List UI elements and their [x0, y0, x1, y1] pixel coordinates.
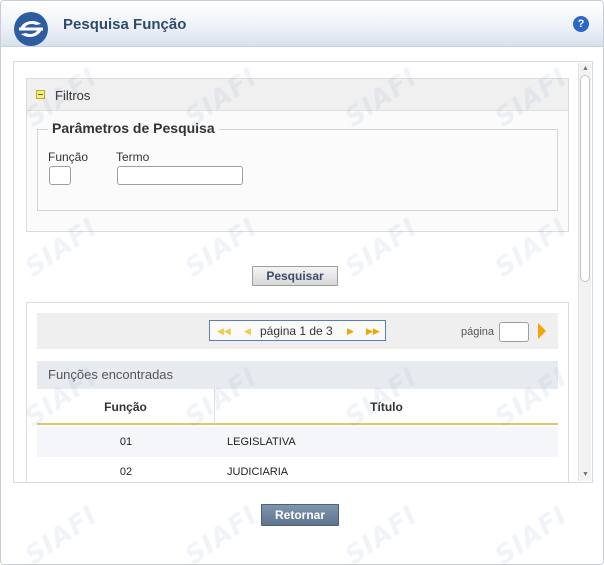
fieldset-legend: Parâmetros de Pesquisa: [48, 120, 219, 136]
results-panel: ◀◀ ◀ página 1 de 3 ▶ ▶▶ página Funções e…: [26, 302, 569, 482]
footer: Retornar: [1, 484, 603, 564]
table-row[interactable]: 01 LEGISLATIVA: [37, 427, 558, 457]
scroll-down-icon[interactable]: ▼: [579, 469, 592, 481]
goto-page-input[interactable]: [499, 322, 529, 342]
termo-input[interactable]: [117, 166, 243, 185]
search-button[interactable]: Pesquisar: [252, 266, 338, 286]
pagination-bar: ◀◀ ◀ página 1 de 3 ▶ ▶▶ página: [37, 313, 558, 349]
filters-panel: Filtros Parâmetros de Pesquisa Função Te…: [26, 78, 569, 232]
page-title: Pesquisa Função: [63, 16, 187, 33]
table-row[interactable]: 02 JUDICIARIA: [37, 457, 558, 482]
go-arrow-icon[interactable]: [538, 323, 546, 339]
first-page-icon[interactable]: ◀◀: [217, 324, 231, 338]
title-bar: Pesquisa Função ?: [1, 1, 603, 47]
termo-label: Termo: [116, 150, 150, 164]
next-page-icon[interactable]: ▶: [347, 324, 354, 338]
goto-page-label: página: [461, 326, 495, 338]
filters-label: Filtros: [55, 88, 91, 103]
last-page-icon[interactable]: ▶▶: [366, 324, 380, 338]
search-parameters-fieldset: Parâmetros de Pesquisa Função Termo: [37, 120, 558, 211]
dialog-window: Pesquisa Função ? Filtros Parâmetros de …: [0, 0, 604, 565]
previous-page-icon[interactable]: ◀: [244, 324, 251, 338]
help-icon[interactable]: ?: [573, 16, 589, 32]
column-header-titulo[interactable]: Título: [215, 389, 558, 425]
funcao-label: Função: [48, 150, 89, 164]
pagination-text: página 1 de 3: [260, 324, 333, 338]
scroll-thumb[interactable]: [580, 75, 590, 282]
results-caption: Funções encontradas: [37, 361, 558, 389]
siafi-logo-icon: [14, 12, 48, 46]
return-button[interactable]: Retornar: [261, 504, 339, 526]
vertical-scrollbar[interactable]: ▲ ▼: [578, 63, 591, 481]
scroll-up-icon[interactable]: ▲: [579, 63, 592, 75]
funcao-input[interactable]: [49, 166, 71, 185]
row-codigo: 01: [119, 436, 133, 448]
row-titulo: JUDICIARIA: [227, 466, 289, 478]
scroll-content: Filtros Parâmetros de Pesquisa Função Te…: [13, 61, 593, 483]
pagination-control: ◀◀ ◀ página 1 de 3 ▶ ▶▶: [209, 320, 386, 341]
row-titulo: LEGISLATIVA: [227, 436, 296, 448]
row-codigo: 02: [119, 466, 133, 478]
collapse-icon[interactable]: [36, 90, 45, 99]
filters-header[interactable]: Filtros: [27, 79, 568, 111]
column-header-funcao[interactable]: Função: [37, 389, 215, 425]
